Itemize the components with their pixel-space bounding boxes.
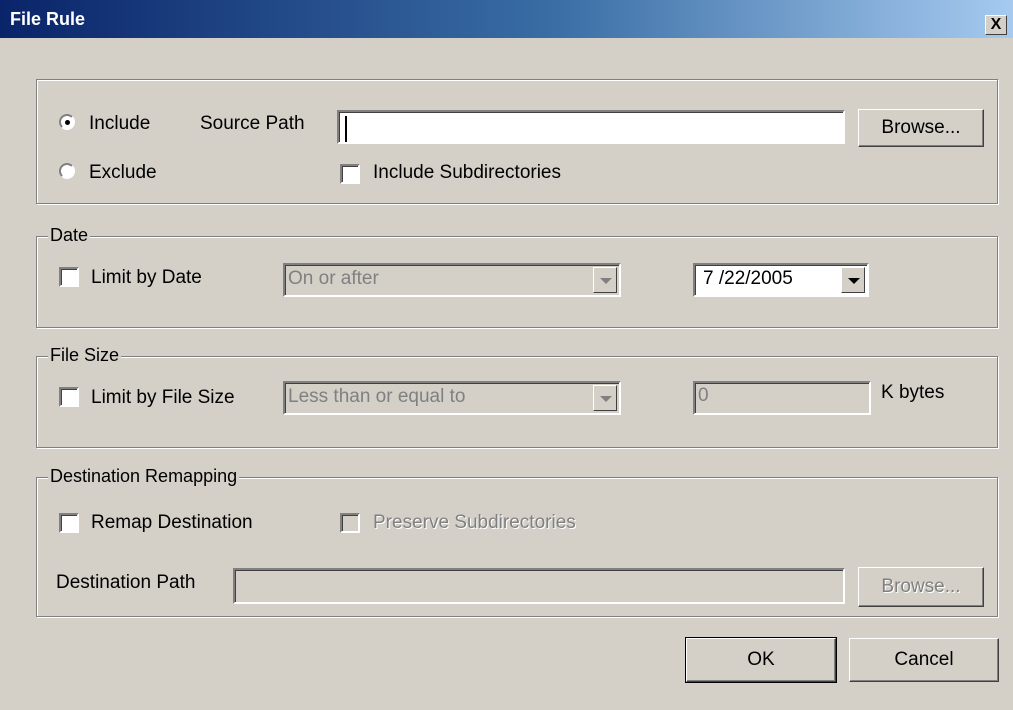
file-size-input[interactable]: 0 bbox=[693, 381, 871, 415]
include-subdirectories-checkbox[interactable] bbox=[340, 164, 360, 184]
cancel-button[interactable]: Cancel bbox=[849, 638, 999, 682]
include-radio[interactable] bbox=[59, 114, 75, 130]
destination-browse-button[interactable]: Browse... bbox=[858, 567, 984, 607]
destination-path-label: Destination Path bbox=[56, 572, 196, 593]
preserve-subdirectories-checkbox[interactable] bbox=[340, 513, 360, 533]
chevron-down-icon[interactable] bbox=[593, 267, 617, 293]
destination-remapping-group-label: Destination Remapping bbox=[48, 466, 240, 486]
title-bar: File Rule bbox=[0, 0, 1013, 38]
source-browse-button[interactable]: Browse... bbox=[858, 109, 984, 147]
preserve-subdirectories-label[interactable]: Preserve Subdirectories bbox=[373, 512, 576, 534]
source-path-label: Source Path bbox=[200, 113, 305, 134]
include-subdirectories-label[interactable]: Include Subdirectories bbox=[373, 162, 561, 184]
exclude-radio[interactable] bbox=[59, 163, 75, 179]
chevron-down-icon[interactable] bbox=[593, 385, 617, 411]
text-cursor bbox=[345, 116, 347, 142]
window-title: File Rule bbox=[10, 9, 86, 29]
exclude-label[interactable]: Exclude bbox=[89, 162, 157, 184]
file-size-condition-select[interactable]: Less than or equal to bbox=[283, 381, 621, 415]
remap-destination-checkbox[interactable] bbox=[59, 513, 79, 533]
include-label[interactable]: Include bbox=[89, 113, 150, 135]
destination-path-input[interactable] bbox=[233, 568, 845, 604]
date-picker[interactable]: 7 /22/2005 bbox=[693, 263, 869, 297]
remap-destination-label[interactable]: Remap Destination bbox=[91, 512, 253, 534]
file-size-unit-label: K bytes bbox=[881, 382, 945, 403]
source-path-input[interactable] bbox=[337, 110, 845, 144]
close-button[interactable]: X bbox=[985, 15, 1007, 35]
date-group-label: Date bbox=[48, 225, 91, 245]
limit-by-date-label[interactable]: Limit by Date bbox=[91, 267, 202, 289]
chevron-down-icon[interactable] bbox=[841, 267, 865, 293]
date-condition-select[interactable]: On or after bbox=[283, 263, 621, 297]
file-size-condition-value: Less than or equal to bbox=[288, 386, 466, 407]
limit-by-file-size-checkbox[interactable] bbox=[59, 387, 79, 407]
limit-by-date-checkbox[interactable] bbox=[59, 267, 79, 287]
ok-button[interactable]: OK bbox=[685, 637, 837, 683]
file-size-group-label: File Size bbox=[48, 345, 122, 365]
date-condition-value: On or after bbox=[288, 268, 379, 289]
date-value[interactable]: 7 /22/2005 bbox=[703, 268, 793, 289]
limit-by-file-size-label[interactable]: Limit by File Size bbox=[91, 387, 235, 409]
